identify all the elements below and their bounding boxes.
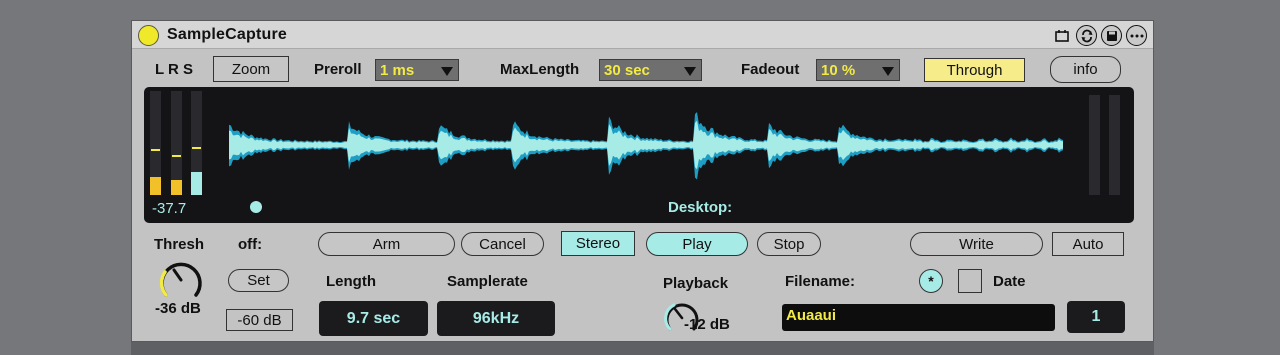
zoom-button[interactable]: Zoom <box>213 56 289 82</box>
thresh-label: Thresh <box>154 236 205 253</box>
fadeout-value: 10 % <box>821 61 856 79</box>
thresh-value: -36 dB <box>155 300 201 317</box>
date-checkbox[interactable] <box>958 269 982 293</box>
sync-icon[interactable] <box>1076 25 1097 46</box>
chevron-down-icon <box>882 67 894 76</box>
write-button[interactable]: Write <box>910 232 1043 256</box>
playback-label: Playback <box>663 275 729 292</box>
info-button[interactable]: info <box>1050 56 1121 83</box>
title-icons <box>1051 25 1147 46</box>
asterisk-toggle[interactable]: * <box>919 269 943 293</box>
maxlength-value: 30 sec <box>604 61 650 79</box>
off-label: off: <box>238 236 263 253</box>
thresh-knob[interactable] <box>157 257 205 301</box>
waveform-left-channel <box>229 120 1063 170</box>
preroll-value: 1 ms <box>380 61 415 79</box>
fadeout-label: Fadeout <box>741 61 800 78</box>
lrs-label: L R S <box>155 61 194 78</box>
set-value-box[interactable]: -60 dB <box>226 309 293 331</box>
arm-button[interactable]: Arm <box>318 232 455 256</box>
set-button[interactable]: Set <box>228 269 289 292</box>
waveform <box>229 112 1063 180</box>
save-icon[interactable] <box>1101 25 1122 46</box>
stop-button[interactable]: Stop <box>757 232 821 256</box>
maxlength-label: MaxLength <box>500 61 580 78</box>
device-title: SampleCapture <box>167 26 287 43</box>
preroll-label: Preroll <box>314 61 362 78</box>
samplerate-value[interactable]: 96kHz <box>437 301 555 336</box>
maxlength-dropdown[interactable]: 30 sec <box>599 59 702 81</box>
samplerate-label: Samplerate <box>447 273 528 290</box>
device-shadow <box>131 342 1154 355</box>
length-value[interactable]: 9.7 sec <box>319 301 428 336</box>
play-button[interactable]: Play <box>646 232 748 256</box>
stereo-toggle[interactable]: Stereo <box>561 231 635 256</box>
sample-capture-device: SampleCapture L R S Zoom Preroll 1 ms Ma… <box>131 20 1154 342</box>
chevron-down-icon <box>684 67 696 76</box>
filename-label: Filename: <box>785 273 856 290</box>
chevron-down-icon <box>441 67 453 76</box>
waveform-display[interactable]: -37.7 Desktop: <box>144 87 1134 223</box>
date-label: Date <box>993 273 1026 290</box>
through-button[interactable]: Through <box>924 58 1025 82</box>
counter-value[interactable]: 1 <box>1067 301 1125 333</box>
device-titlebar: SampleCapture <box>132 21 1153 49</box>
window-icon[interactable] <box>1051 25 1072 46</box>
length-label: Length <box>326 273 376 290</box>
auto-toggle[interactable]: Auto <box>1052 232 1124 256</box>
preroll-dropdown[interactable]: 1 ms <box>375 59 459 81</box>
filename-input[interactable]: Auaaui <box>782 304 1055 331</box>
playback-value: -12 dB <box>684 316 730 333</box>
cancel-button[interactable]: Cancel <box>461 232 544 256</box>
power-toggle[interactable] <box>138 25 159 46</box>
more-icon[interactable] <box>1126 25 1147 46</box>
fadeout-dropdown[interactable]: 10 % <box>816 59 900 81</box>
